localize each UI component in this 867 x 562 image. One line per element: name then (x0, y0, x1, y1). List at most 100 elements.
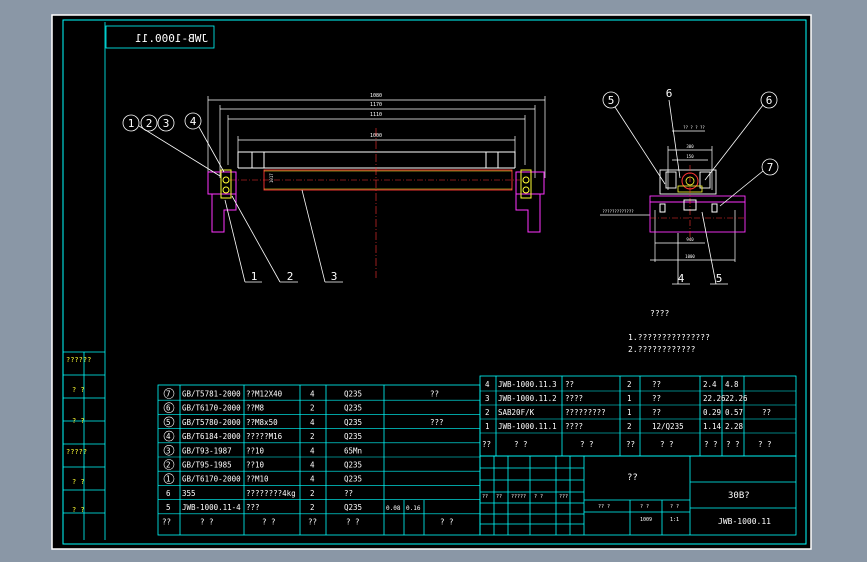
weight-total: 0.57 (725, 408, 743, 417)
part-qty: 4 (310, 461, 315, 470)
side-leader-5: 5 (716, 272, 723, 285)
part-material: 65Mn (344, 446, 362, 455)
part-no: 4 (485, 380, 490, 389)
strip-label-5: ? ? (72, 478, 85, 486)
weight-total: 2.28 (725, 422, 744, 431)
cad-drawing-canvas: ?????? ? ? ? ? ????? ? ? ? ? JWB-1000.11 (51, 14, 812, 550)
side-dim-150: 150 (686, 154, 694, 159)
part-no: 4 (166, 432, 171, 441)
rev-label-5: ??? (559, 494, 568, 500)
mirrored-drawing-code: JWB-1000.11 (135, 32, 208, 45)
part-qty: 4 (310, 446, 315, 455)
part-no: 2 (166, 461, 171, 470)
part-code: SAB20F/K (498, 408, 535, 417)
part-no: 5 (166, 418, 171, 427)
parts-header-cell: ?? (626, 440, 635, 449)
part-name: ???? (565, 422, 583, 431)
parts-header-cell: ? ? (704, 440, 718, 449)
parts-header-cell: ? ? (200, 517, 214, 526)
part-name: ??M8x50 (246, 418, 278, 427)
side-label-6: 6 (666, 87, 673, 100)
part-code: GB/T5780-2000 (182, 418, 241, 427)
side-leader-4: 4 (678, 272, 685, 285)
part-name: ??M8 (246, 404, 265, 413)
part-qty: 2 (310, 404, 315, 413)
parts-header-cell: ? ? (346, 517, 360, 526)
part-name: ??M12X40 (246, 390, 283, 399)
part-name: ???? (565, 394, 583, 403)
rev-label-4: ? ? (534, 494, 543, 500)
strip-label-4: ????? (66, 448, 87, 456)
parts-header-cell: ? ? (440, 517, 454, 526)
part-material: Q235 (344, 475, 362, 484)
part-qty: 4 (310, 418, 315, 427)
part-qty: 1 (627, 394, 632, 403)
strip-label-6: ? ? (72, 506, 85, 514)
scale-value-3: 1:1 (670, 517, 679, 523)
weight-total: 22.26 (725, 394, 748, 403)
balloon-2: 2 (146, 117, 153, 130)
part-no: 3 (485, 394, 490, 403)
part-code: GB/T5781-2000 (182, 390, 241, 399)
weight-unit: 2.4 (703, 380, 717, 389)
side-balloon-6: 6 (766, 94, 773, 107)
part-qty: 2 (310, 432, 315, 441)
side-balloon-5: 5 (608, 94, 615, 107)
title-code: JWB-1000.11 (718, 517, 771, 526)
part-code: GB/T6170-2000 (182, 404, 241, 413)
part-no: 6 (166, 404, 171, 413)
part-material: 12/Q235 (652, 422, 684, 431)
dim-1110: 1110 (370, 112, 382, 118)
part-code: GB/T93-1987 (182, 446, 232, 455)
part-qty: 1 (627, 408, 632, 417)
part-material: ?? (344, 489, 353, 498)
part-material: Q235 (344, 432, 362, 441)
part-name: ??10 (246, 461, 265, 470)
part-code: JWB-1000.11.3 (498, 380, 557, 389)
scale-label-3: ? ? (670, 504, 679, 510)
part-qty: 2 (310, 489, 315, 498)
strip-label-2: ? ? (72, 386, 85, 394)
scale-label-1: ?? ? (598, 504, 610, 510)
notes-line-1: 1.??????????????? (628, 333, 710, 342)
part-note: ?? (430, 390, 439, 399)
part-material: Q235 (344, 461, 362, 470)
balloon-4: 4 (190, 115, 197, 128)
part-material: ?? (652, 408, 661, 417)
rev-label-2: ?? (496, 494, 502, 500)
notes-line-2: 2.???????????? (628, 345, 696, 354)
weight-total: 0.16 (406, 505, 421, 512)
title-part-name: ?? (627, 473, 638, 483)
part-name: ??? (246, 503, 260, 512)
weight-unit: 1.14 (703, 422, 722, 431)
part-no: 3 (166, 446, 171, 455)
part-no: 1 (166, 475, 171, 484)
part-no: 6 (166, 489, 171, 498)
part-material: ?? (652, 394, 661, 403)
part-material: Q235 (344, 503, 362, 512)
weight-unit: 0.29 (703, 408, 721, 417)
scale-label-2: ? ? (640, 504, 649, 510)
weight-unit: 0.08 (386, 505, 401, 512)
part-name: ?? (565, 380, 574, 389)
side-label-top: ?? ? ? ?? (683, 125, 705, 130)
weight-unit: 22.26 (703, 394, 726, 403)
parts-header-cell: ?? (308, 517, 317, 526)
leader-2: 2 (287, 270, 294, 283)
part-code: JWB-1000.11.1 (498, 422, 557, 431)
leader-3: 3 (331, 270, 338, 283)
strip-label-1: ?????? (66, 356, 91, 364)
part-code: 355 (182, 489, 196, 498)
part-qty: 2 (627, 380, 632, 389)
part-material: Q235 (344, 390, 362, 399)
part-no: 1 (485, 422, 490, 431)
part-no: 5 (166, 503, 171, 512)
part-material: Q235 (344, 404, 362, 413)
scale-value-2: 1009 (640, 517, 652, 523)
part-no: 2 (485, 408, 490, 417)
parts-header-cell: ?? (482, 440, 491, 449)
part-code: GB/T95-1985 (182, 461, 232, 470)
part-qty: 4 (310, 390, 315, 399)
part-code: GB/T6184-2000 (182, 432, 241, 441)
part-code: JWB-1000.11-4 (182, 503, 241, 512)
